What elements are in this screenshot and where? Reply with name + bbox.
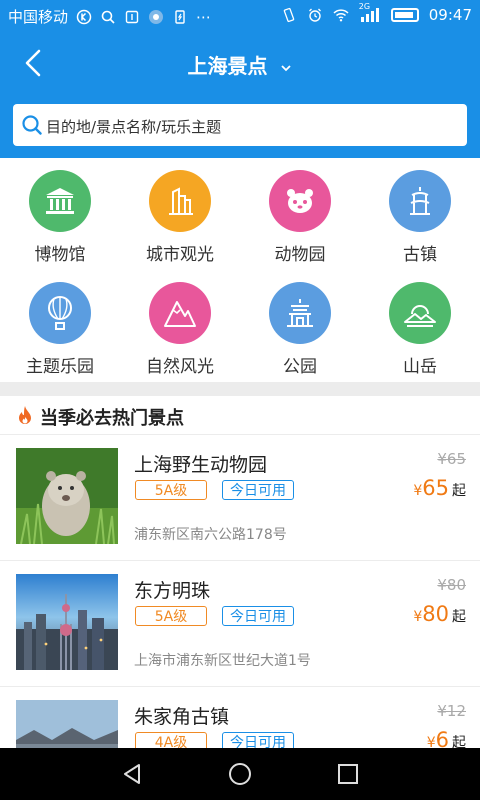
attraction-thumbnail-zhujiajiao	[16, 700, 118, 748]
back-triangle-icon[interactable]	[120, 762, 144, 786]
category-label: 动物园	[274, 245, 326, 265]
attraction-thumbnail-lion-cub	[16, 448, 118, 544]
system-navigation-bar	[0, 748, 480, 800]
hot-air-balloon-icon	[29, 282, 91, 344]
app-notification-icon	[149, 9, 164, 24]
alarm-icon	[308, 8, 321, 22]
category-grid: 博物馆 城市观光 动物园 古镇 主题乐园 自然风光 公园 山岳	[0, 158, 480, 382]
current-price: ¥65 起	[413, 476, 466, 500]
price-value: 80	[422, 602, 449, 626]
chevron-down-icon	[281, 64, 292, 71]
fire-icon	[19, 406, 31, 424]
museum-icon	[29, 170, 91, 232]
battery-saver-icon	[175, 9, 185, 24]
recent-apps-square-icon[interactable]	[336, 762, 360, 786]
attraction-thumbnail-oriental-pearl	[16, 574, 118, 670]
signal-strength-icon: 2G	[359, 2, 381, 23]
mountain-peak-icon	[149, 282, 211, 344]
current-price: ¥6 起	[427, 728, 466, 748]
mountain-sun-icon	[389, 282, 451, 344]
price-value: 65	[422, 476, 449, 500]
top-header-area: 中国移动 ⋯ 2G 09:47 上海景点 目的地/景点名称/玩乐主题	[0, 0, 480, 158]
carrier-name: 中国移动	[8, 8, 69, 26]
battery-icon	[390, 8, 419, 22]
price-suffix: 起	[452, 735, 466, 748]
category-label: 自然风光	[146, 357, 214, 377]
currency-symbol: ¥	[426, 735, 436, 748]
category-zoo[interactable]: 动物园	[240, 158, 360, 270]
home-circle-icon[interactable]	[228, 762, 252, 786]
rating-level-badge: 4A级	[135, 732, 207, 748]
category-theme-park[interactable]: 主题乐园	[0, 270, 120, 382]
pagoda-icon	[389, 170, 451, 232]
rating-level-badge: 5A级	[135, 606, 207, 626]
current-price: ¥80 起	[413, 602, 466, 626]
category-label: 城市观光	[146, 245, 214, 265]
network-type-label: 2G	[358, 2, 371, 11]
attraction-item[interactable]: 上海野生动物园 5A级 今日可用 浦东新区南六公路178号 ¥65 ¥65 起	[0, 434, 480, 561]
k-circle-icon	[76, 9, 92, 24]
original-price: ¥65	[437, 450, 466, 468]
category-label: 古镇	[403, 245, 437, 265]
rating-level-badge: 5A级	[135, 480, 207, 500]
page-title: 上海景点	[187, 54, 268, 78]
category-park[interactable]: 公园	[240, 270, 360, 382]
search-placeholder: 目的地/景点名称/玩乐主题	[46, 118, 222, 136]
attraction-item[interactable]: 朱家角古镇 4A级 今日可用 ¥12 ¥6 起	[0, 686, 480, 748]
more-notifications-icon: ⋯	[196, 7, 212, 26]
temple-icon	[269, 282, 331, 344]
available-today-badge: 今日可用	[222, 606, 294, 626]
attraction-address: 浦东新区南六公路178号	[134, 527, 287, 543]
section-divider	[0, 382, 480, 396]
vibrate-icon	[283, 7, 295, 23]
status-bar: 中国移动 ⋯ 2G 09:47	[0, 0, 480, 32]
clock: 09:47	[428, 6, 472, 24]
category-label: 主题乐园	[26, 357, 94, 377]
available-today-badge: 今日可用	[222, 732, 294, 748]
notification-box-icon	[125, 10, 139, 23]
city-selector[interactable]: 上海景点	[0, 50, 480, 79]
available-today-badge: 今日可用	[222, 480, 294, 500]
category-nature-scenery[interactable]: 自然风光	[120, 270, 240, 382]
price-suffix: 起	[452, 609, 466, 625]
panda-icon	[269, 170, 331, 232]
original-price: ¥12	[437, 702, 466, 720]
attraction-item[interactable]: 东方明珠 5A级 今日可用 上海市浦东新区世纪大道1号 ¥80 ¥80 起	[0, 560, 480, 687]
currency-symbol: ¥	[413, 483, 423, 499]
original-price: ¥80	[437, 576, 466, 594]
attraction-name: 朱家角古镇	[134, 706, 230, 728]
price-suffix: 起	[452, 483, 466, 499]
category-museum[interactable]: 博物馆	[0, 158, 120, 270]
search-notification-icon	[101, 10, 115, 24]
attraction-address: 上海市浦东新区世纪大道1号	[134, 653, 311, 669]
category-label: 公园	[283, 357, 317, 377]
attraction-name: 上海野生动物园	[134, 454, 268, 476]
price-value: 6	[435, 728, 449, 748]
navigation-header: 上海景点	[0, 32, 480, 92]
category-ancient-town[interactable]: 古镇	[360, 158, 480, 270]
search-icon	[22, 115, 42, 135]
category-city-tour[interactable]: 城市观光	[120, 158, 240, 270]
category-label: 博物馆	[34, 245, 86, 265]
section-title: 当季必去热门景点	[40, 408, 184, 429]
attraction-name: 东方明珠	[134, 580, 211, 602]
search-field[interactable]: 目的地/景点名称/玩乐主题	[13, 104, 467, 146]
hot-attractions-section: 当季必去热门景点 上海野生动物园 5A级 今日可用 浦东新区南六公路178号 ¥…	[0, 396, 480, 748]
wifi-icon	[333, 9, 349, 22]
section-header: 当季必去热门景点	[0, 396, 480, 435]
category-label: 山岳	[403, 357, 437, 377]
currency-symbol: ¥	[413, 609, 423, 625]
city-buildings-icon	[149, 170, 211, 232]
category-mountains[interactable]: 山岳	[360, 270, 480, 382]
